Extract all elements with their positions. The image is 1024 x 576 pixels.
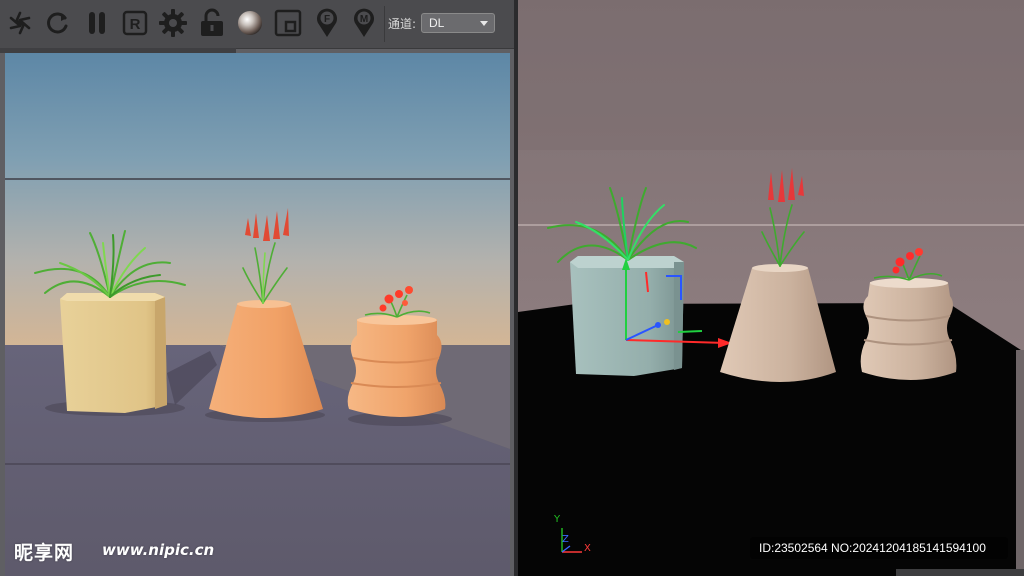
svg-text:F: F [324, 14, 330, 25]
axis-y-label: Y [554, 514, 561, 525]
viewport-scene [518, 0, 1024, 576]
region-box-icon[interactable] [272, 6, 304, 40]
watermark-logo: 昵享网 [14, 542, 75, 564]
pin-m-icon[interactable]: M [348, 6, 380, 40]
app-window: R F M 通道: DL 昵享网 www.nipic.cn Y Z X ID:2… [0, 0, 1024, 576]
watermark-url: www.nipic.cn [102, 541, 215, 559]
channel-label: 通道: [388, 17, 417, 31]
render-view[interactable] [5, 53, 510, 576]
render-scene [5, 53, 510, 576]
pause-icon[interactable] [81, 6, 113, 40]
viewport-panel[interactable]: Y Z X [518, 0, 1024, 576]
refresh-icon[interactable] [42, 6, 74, 40]
r-box-icon[interactable]: R [119, 6, 151, 40]
svg-text:M: M [360, 14, 368, 25]
sphere-icon[interactable] [234, 6, 266, 40]
channel-select-value: DL [429, 16, 445, 30]
orange-round-pot [347, 315, 446, 417]
yellow-pot [60, 293, 167, 413]
image-id-text: ID:23502564 NO:20241204185141594100 [759, 541, 986, 555]
status-strip [896, 569, 1024, 576]
svg-text:R: R [130, 16, 141, 33]
pin-f-icon[interactable]: F [311, 6, 343, 40]
render-panel: R F M 通道: DL 昵享网 www.nipic.cn [0, 0, 514, 576]
beige-round-pot [860, 278, 957, 380]
aperture-icon[interactable] [4, 6, 36, 40]
axis-z-label: Z [562, 534, 569, 545]
image-id-badge: ID:23502564 NO:20241204185141594100 [750, 537, 1008, 559]
channel-select[interactable]: DL [421, 13, 495, 33]
render-toolbar: R F M 通道: DL [0, 0, 514, 49]
toolbar-separator [384, 6, 385, 42]
gear-icon[interactable] [157, 6, 189, 40]
lock-open-icon[interactable] [196, 6, 228, 40]
axis-x-label: X [584, 543, 591, 554]
chevron-down-icon [480, 21, 488, 26]
